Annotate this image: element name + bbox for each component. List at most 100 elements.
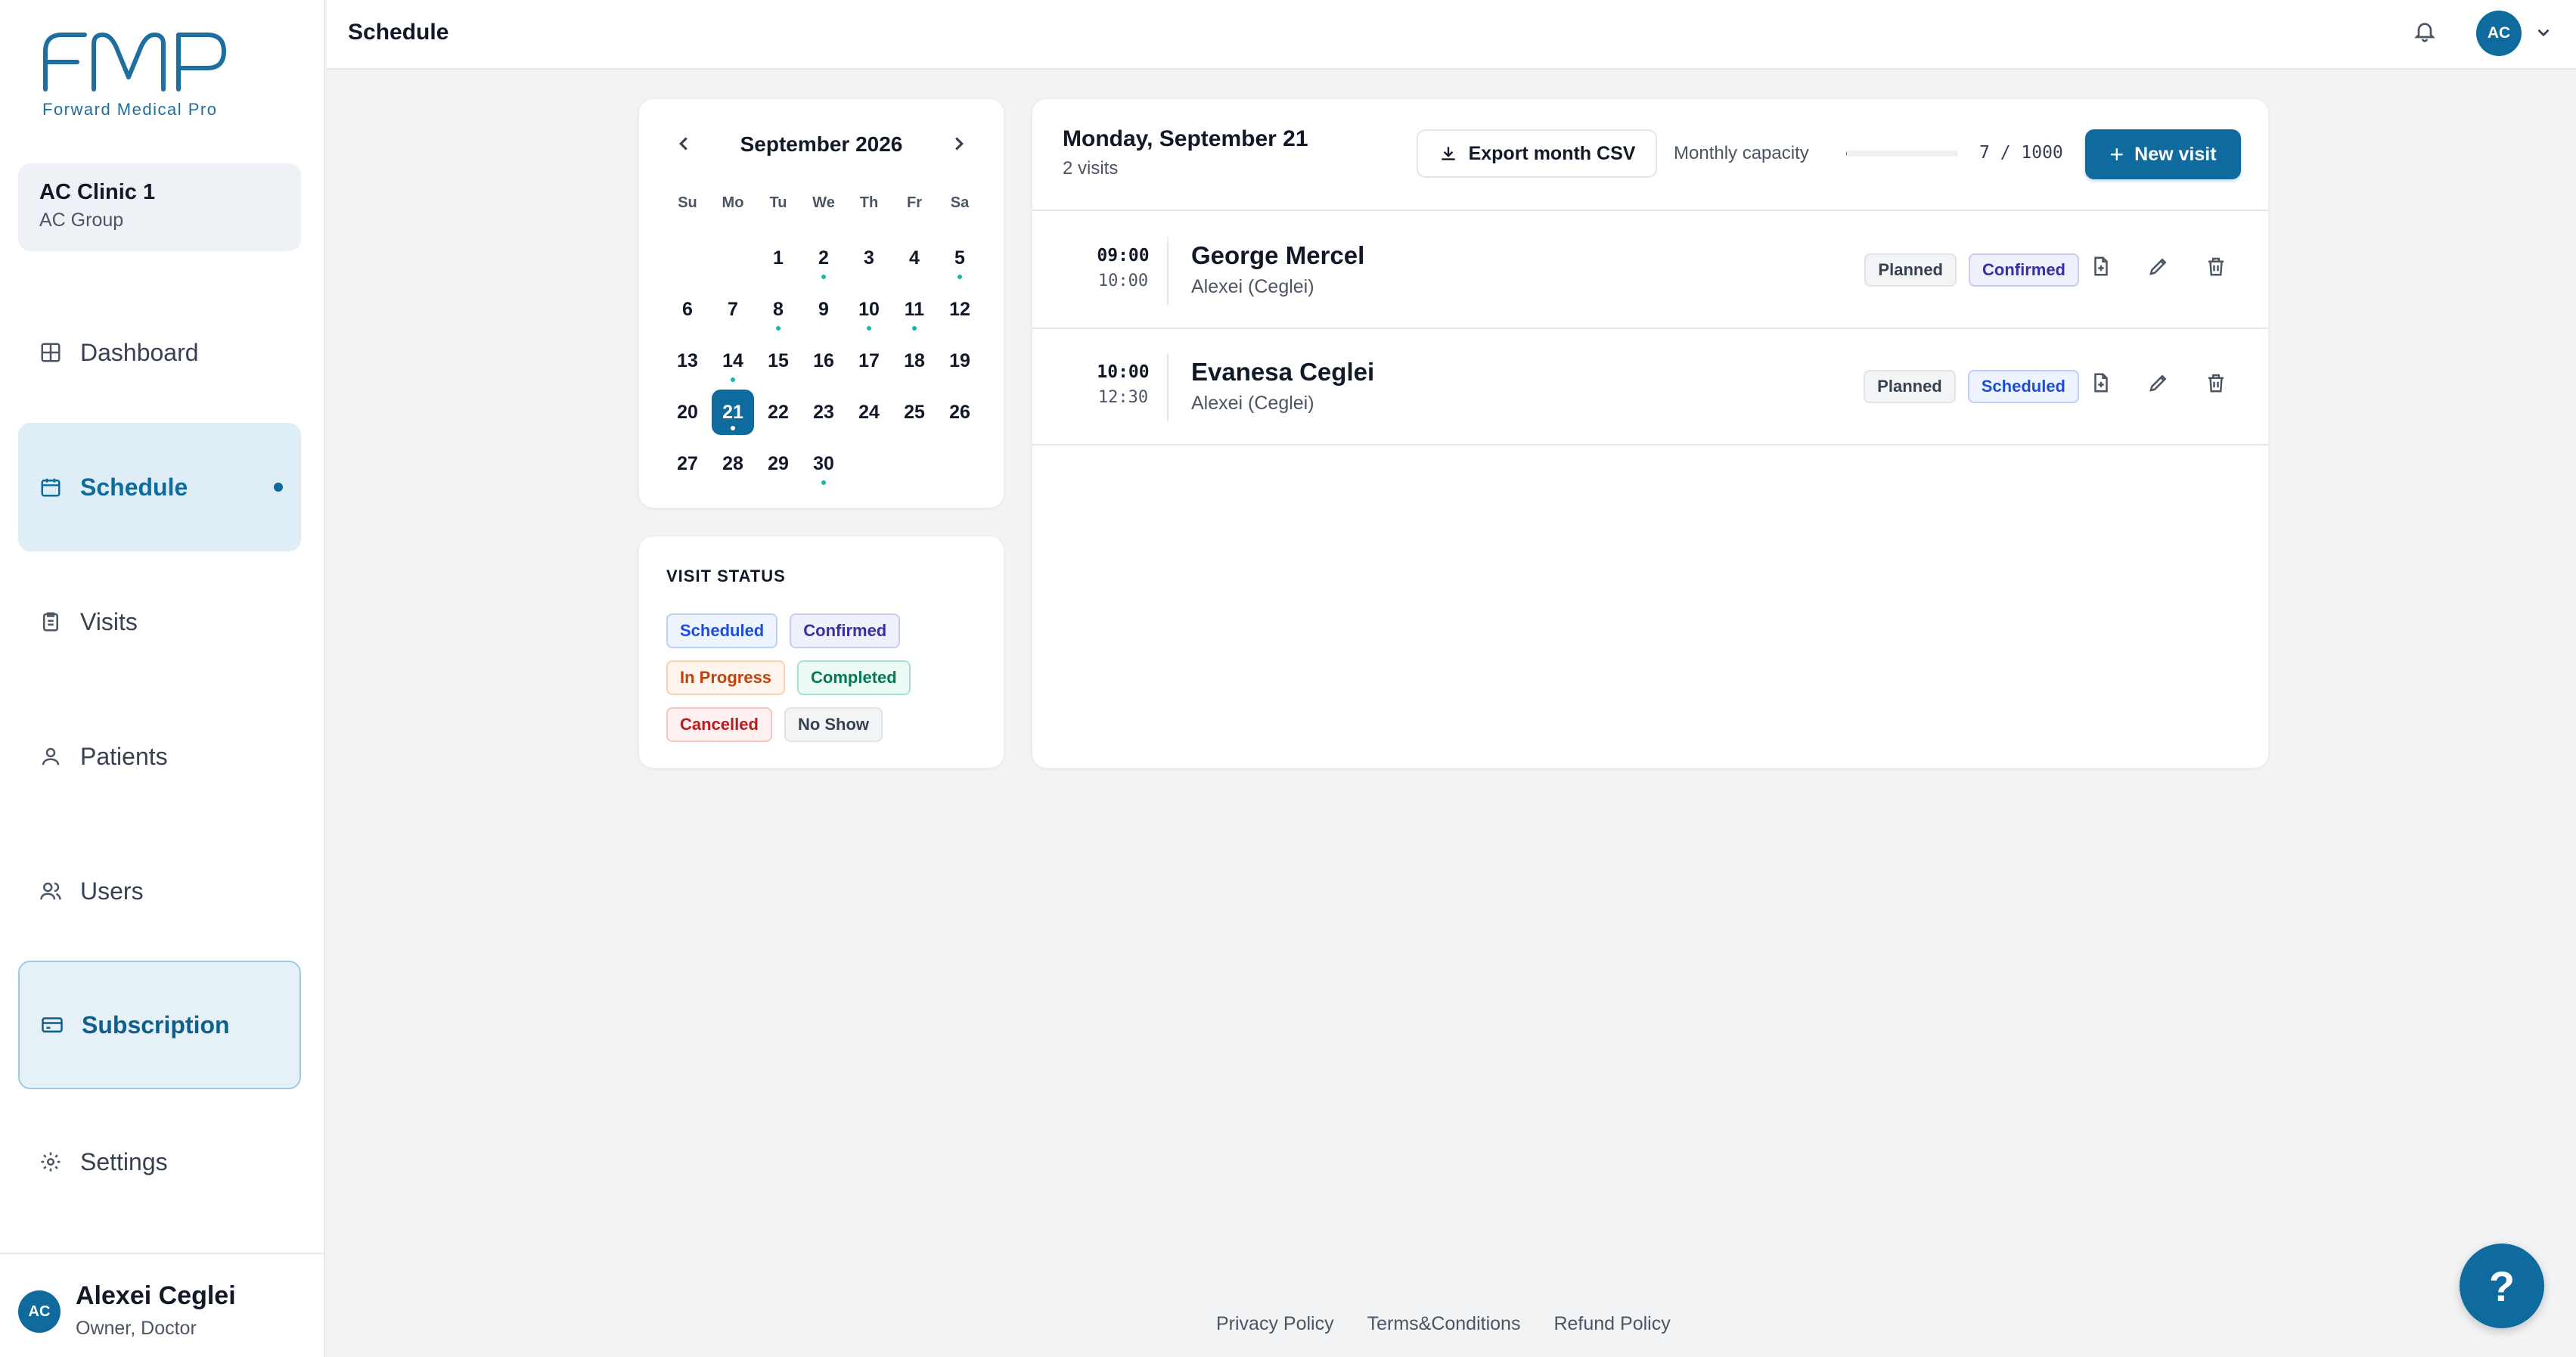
calendar-day-number: 15	[768, 349, 789, 371]
visit-row[interactable]: 10:00 12:30 Evanesa Ceglei Alexei (Cegle…	[1032, 329, 2268, 446]
day-schedule: Monday, September 21 2 visits Export mon…	[1032, 98, 2269, 769]
active-indicator	[274, 483, 283, 492]
visit-count: 2 visits	[1063, 158, 1119, 179]
pencil-icon[interactable]	[2147, 255, 2170, 278]
status-badge-completed: Completed	[797, 660, 911, 695]
calendar-day[interactable]: 11	[892, 284, 937, 335]
visit-indicator-dot	[731, 426, 735, 430]
visit-indicator-dot	[912, 326, 917, 331]
sidebar-item-schedule[interactable]: Schedule	[18, 423, 301, 551]
document-icon[interactable]	[2090, 371, 2112, 394]
weekday-label: We	[812, 194, 835, 211]
new-visit-button[interactable]: + New visit	[2085, 129, 2241, 179]
calendar-grid: Su Mo Tu We Th Fr Sa 1 2 3 4 5 6 7 8 9 10 11 12 13 14 15 16 17 1…	[665, 194, 982, 489]
sidebar-item-users[interactable]: Users	[18, 827, 301, 955]
bell-icon[interactable]	[2413, 18, 2437, 44]
calendar-day[interactable]: 5	[937, 232, 982, 284]
calendar-day[interactable]: 1	[756, 232, 801, 284]
sidebar-item-dashboard[interactable]: Dashboard	[18, 288, 301, 417]
weekday-label: Sa	[950, 194, 970, 211]
calendar-day[interactable]: 21	[710, 387, 756, 438]
avatar: AC	[18, 1290, 61, 1333]
top-header: Schedule AC	[327, 0, 2576, 70]
help-button[interactable]: ?	[2460, 1244, 2544, 1328]
chevron-right-icon[interactable]	[948, 132, 970, 155]
calendar-day[interactable]: 14	[710, 335, 756, 387]
calendar-day-number: 26	[949, 401, 970, 423]
clinic-switcher[interactable]: AC Clinic 1 AC Group	[18, 163, 301, 251]
terms-link[interactable]: Terms&Conditions	[1367, 1313, 1521, 1335]
status-badge-in-progress: In Progress	[666, 660, 786, 695]
calendar-day[interactable]: 20	[665, 387, 710, 438]
calendar-day[interactable]: 23	[801, 387, 846, 438]
calendar-day[interactable]: 2	[801, 232, 846, 284]
calendar-day[interactable]: 29	[756, 438, 801, 489]
calendar-day[interactable]: 24	[846, 387, 892, 438]
day-schedule-header: Monday, September 21 2 visits Export mon…	[1032, 99, 2268, 211]
visit-row[interactable]: 09:00 10:00 George Mercel Alexei (Ceglei…	[1032, 213, 2268, 329]
calendar-day[interactable]: 3	[846, 232, 892, 284]
calendar-day[interactable]: 19	[937, 335, 982, 387]
patient-name[interactable]: George Mercel	[1191, 241, 1364, 270]
calendar-day-number: 23	[813, 401, 834, 423]
calendar-day-number: 4	[909, 247, 920, 269]
pencil-icon[interactable]	[2147, 371, 2170, 394]
status-badge: Scheduled	[1967, 370, 2079, 403]
privacy-policy-link[interactable]: Privacy Policy	[1216, 1313, 1334, 1335]
calendar-day-number: 7	[728, 298, 738, 320]
chevron-down-icon[interactable]	[2534, 23, 2553, 42]
doctor-name: Alexei (Ceglei)	[1191, 393, 1314, 414]
calendar-day[interactable]: 9	[801, 284, 846, 335]
calendar-day[interactable]: 4	[892, 232, 937, 284]
calendar-day[interactable]: 8	[756, 284, 801, 335]
divider	[1167, 237, 1169, 305]
calendar-day[interactable]: 22	[756, 387, 801, 438]
calendar-day[interactable]: 6	[665, 284, 710, 335]
calendar-day-number: 25	[904, 401, 925, 423]
calendar-day[interactable]: 17	[846, 335, 892, 387]
brand-logo[interactable]: Forward Medical Pro	[39, 29, 228, 127]
calendar-day[interactable]: 12	[937, 284, 982, 335]
calendar-day-number: 11	[904, 298, 925, 320]
calendar-day-number: 24	[858, 401, 880, 423]
visit-indicator-dot	[867, 326, 871, 331]
page-title: Schedule	[348, 20, 449, 45]
calendar-day[interactable]: 27	[665, 438, 710, 489]
document-icon[interactable]	[2090, 255, 2112, 278]
calendar-day[interactable]: 25	[892, 387, 937, 438]
calendar-day[interactable]: 16	[801, 335, 846, 387]
weekday-label: Tu	[769, 194, 787, 211]
trash-icon[interactable]	[2205, 255, 2227, 278]
calendar-day-number: 18	[904, 349, 925, 371]
sidebar-item-label: Users	[80, 877, 144, 905]
header-avatar[interactable]: AC	[2476, 11, 2522, 56]
sidebar-item-settings[interactable]: Settings	[18, 1098, 301, 1226]
clipboard-icon	[39, 610, 62, 633]
calendar-day[interactable]: 7	[710, 284, 756, 335]
calendar-day[interactable]: 28	[710, 438, 756, 489]
calendar-day-number: 16	[813, 349, 834, 371]
trash-icon[interactable]	[2205, 371, 2227, 394]
sidebar-item-visits[interactable]: Visits	[18, 557, 301, 686]
calendar-day[interactable]: 30	[801, 438, 846, 489]
patient-name[interactable]: Evanesa Ceglei	[1191, 358, 1374, 387]
sidebar-item-subscription[interactable]: Subscription	[18, 961, 301, 1089]
refund-policy-link[interactable]: Refund Policy	[1553, 1313, 1670, 1335]
calendar-day-number: 22	[768, 401, 789, 423]
export-csv-button[interactable]: Export month CSV	[1417, 129, 1657, 178]
visit-status-legend: VISIT STATUS Scheduled Confirmed In Prog…	[638, 536, 1004, 769]
calendar-day[interactable]: 10	[846, 284, 892, 335]
current-user[interactable]: AC Alexei Ceglei Owner, Doctor	[0, 1253, 325, 1357]
calendar-day[interactable]: 26	[937, 387, 982, 438]
calendar-day[interactable]: 18	[892, 335, 937, 387]
calendar-day-number: 8	[773, 298, 784, 320]
sidebar-item-label: Settings	[80, 1147, 168, 1175]
sidebar-item-label: Schedule	[80, 473, 188, 501]
calendar-day-number: 6	[682, 298, 693, 320]
visit-start-time: 10:00	[1097, 362, 1150, 382]
user-role: Owner, Doctor	[76, 1318, 197, 1339]
plan-status-badge: Planned	[1864, 253, 1957, 287]
calendar-day[interactable]: 13	[665, 335, 710, 387]
calendar-day[interactable]: 15	[756, 335, 801, 387]
sidebar-item-patients[interactable]: Patients	[18, 692, 301, 821]
